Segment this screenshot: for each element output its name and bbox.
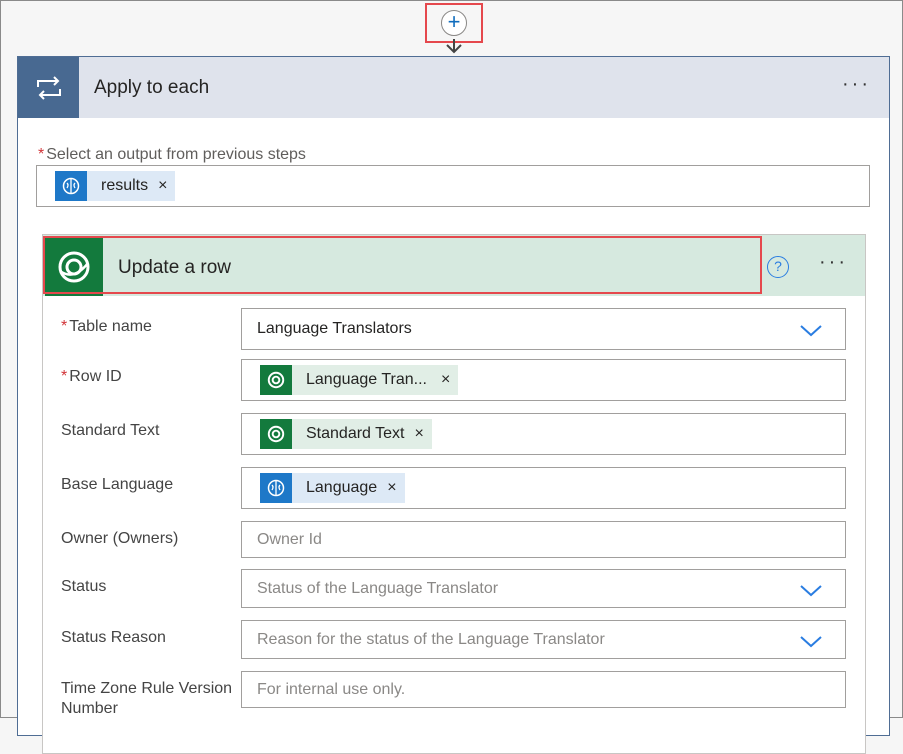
results-token[interactable]: results ×	[55, 171, 176, 201]
status-label: Status	[61, 578, 107, 595]
dataverse-icon	[260, 419, 292, 449]
status-reason-label: Status Reason	[61, 629, 166, 646]
help-icon[interactable]: ?	[767, 256, 789, 278]
more-options-icon[interactable]: ···	[842, 74, 871, 94]
language-token[interactable]: Language ×	[260, 473, 405, 503]
time-zone-placeholder: For internal use only.	[257, 681, 406, 698]
owner-placeholder: Owner Id	[257, 531, 322, 548]
time-zone-input[interactable]: For internal use only.	[241, 671, 846, 708]
chevron-down-icon[interactable]	[799, 581, 823, 599]
base-language-input[interactable]: Language ×	[241, 467, 846, 509]
select-output-input[interactable]: results ×	[36, 165, 870, 207]
update-row-header[interactable]: Update a row ? ···	[43, 235, 865, 296]
remove-token-icon[interactable]: ×	[414, 425, 423, 443]
status-dropdown[interactable]: Status of the Language Translator	[241, 569, 846, 608]
required-marker: *	[61, 368, 68, 385]
plus-icon[interactable]: +	[441, 10, 467, 36]
loop-icon	[18, 57, 79, 118]
apply-to-each-header[interactable]: Apply to each ···	[18, 57, 889, 118]
row-id-token[interactable]: Language Tran... ×	[260, 365, 459, 395]
owner-input[interactable]: Owner Id	[241, 521, 846, 558]
table-name-dropdown[interactable]: Language Translators	[241, 308, 846, 350]
row-id-token-label: Language Tran...	[306, 371, 427, 388]
base-language-label: Base Language	[61, 476, 174, 493]
more-options-icon[interactable]: ···	[819, 252, 848, 272]
table-name-label-text: Table name	[69, 318, 152, 335]
owner-label: Owner (Owners)	[61, 530, 179, 547]
remove-token-icon[interactable]: ×	[158, 177, 167, 195]
update-row-card: Update a row ? ··· * Table name Language …	[42, 234, 866, 754]
standard-text-token[interactable]: Standard Text ×	[260, 419, 432, 449]
language-token-label: Language	[306, 479, 378, 496]
chevron-down-icon[interactable]	[799, 632, 823, 650]
row-id-label: * Row ID	[61, 367, 122, 387]
chevron-down-icon[interactable]	[799, 321, 823, 339]
row-id-input[interactable]: Language Tran... ×	[241, 359, 846, 401]
add-step-highlight[interactable]: +	[425, 3, 483, 43]
select-output-label-text: Select an output from previous steps	[46, 146, 306, 163]
required-marker: *	[38, 146, 45, 163]
standard-text-token-label: Standard Text	[306, 425, 405, 442]
table-name-label: * Table name	[61, 317, 152, 337]
brain-icon	[55, 171, 87, 201]
standard-text-label: Standard Text	[61, 422, 160, 439]
standard-text-input[interactable]: Standard Text ×	[241, 413, 846, 455]
time-zone-label: Time Zone Rule Version Number	[61, 680, 233, 717]
dataverse-icon	[45, 238, 103, 296]
table-name-value: Language Translators	[257, 320, 412, 337]
select-output-label: * Select an output from previous steps	[38, 146, 306, 164]
status-placeholder: Status of the Language Translator	[257, 580, 499, 597]
connector-arrow-icon	[446, 39, 462, 54]
apply-to-each-card: Apply to each ··· * Select an output from…	[17, 56, 890, 754]
apply-to-each-title: Apply to each	[94, 77, 210, 98]
status-reason-placeholder: Reason for the status of the Language Tr…	[257, 631, 605, 648]
row-id-label-text: Row ID	[69, 368, 122, 385]
remove-token-icon[interactable]: ×	[441, 371, 450, 389]
status-reason-dropdown[interactable]: Reason for the status of the Language Tr…	[241, 620, 846, 659]
remove-token-icon[interactable]: ×	[387, 479, 396, 497]
update-row-title: Update a row	[118, 257, 232, 278]
brain-icon	[260, 473, 292, 503]
dataverse-icon	[260, 365, 292, 395]
required-marker: *	[61, 318, 68, 335]
results-token-label: results	[101, 177, 149, 194]
